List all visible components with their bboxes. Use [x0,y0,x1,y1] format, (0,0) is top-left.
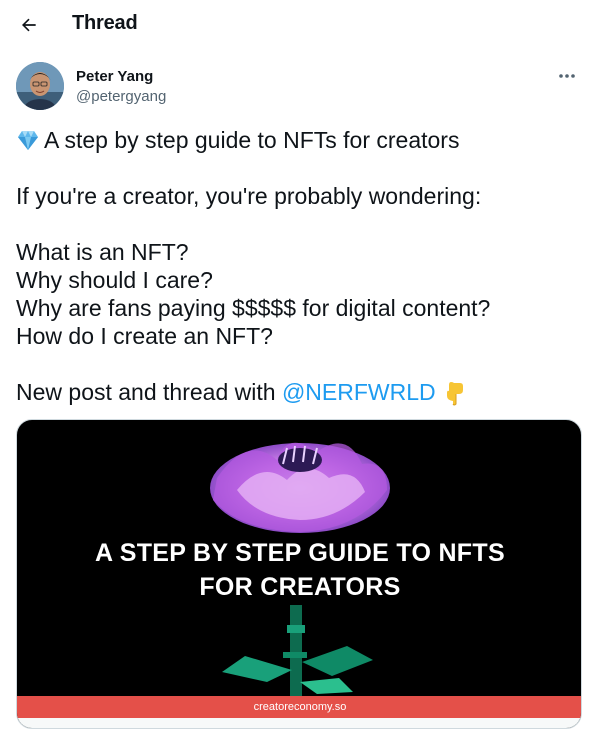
avatar[interactable] [16,62,64,110]
more-horizontal-icon [559,74,575,78]
thread-header: Thread [0,0,598,50]
tweet-question: Why should I care? [16,267,213,293]
gem-icon [18,131,38,150]
author-name[interactable]: Peter Yang [76,68,153,85]
tweet-question: Why are fans paying $$$$$ for digital co… [16,295,491,321]
media-card[interactable]: A STEP BY STEP GUIDE TO NFTS FOR CREATOR… [16,419,582,729]
media-heading: A STEP BY STEP GUIDE TO NFTS FOR CREATOR… [17,536,581,604]
media-heading-line: A STEP BY STEP GUIDE TO NFTS [95,539,505,567]
mention-link[interactable]: @NERFWRLD [282,379,436,405]
tweet-question: How do I create an NFT? [16,323,273,349]
arrow-left-icon [22,18,36,32]
tweet-title: A step by step guide to NFTs for creator… [44,127,460,153]
tweet-intro: If you're a creator, you're probably won… [16,183,482,209]
tweet-text: A step by step guide to NFTs for creator… [16,126,582,406]
author-handle[interactable]: @petergyang [76,88,166,105]
pointing-down-icon [447,382,464,406]
tweet-closing-line: New post and thread with @NERFWRLD [16,378,582,406]
media-bottom-strip [17,718,581,728]
tweet-title-line: A step by step guide to NFTs for creator… [16,126,582,154]
media-heading-line: FOR CREATORS [199,573,401,601]
more-options-button[interactable] [552,64,582,88]
avatar-image [16,62,64,110]
page-title: Thread [72,12,138,34]
back-button[interactable] [12,8,46,42]
tweet-closing-prefix: New post and thread with [16,379,276,405]
tweet-author: Peter Yang @petergyang [16,62,582,114]
tweet-question: What is an NFT? [16,239,189,265]
media-footer-domain: creatoreconomy.so [17,696,581,718]
